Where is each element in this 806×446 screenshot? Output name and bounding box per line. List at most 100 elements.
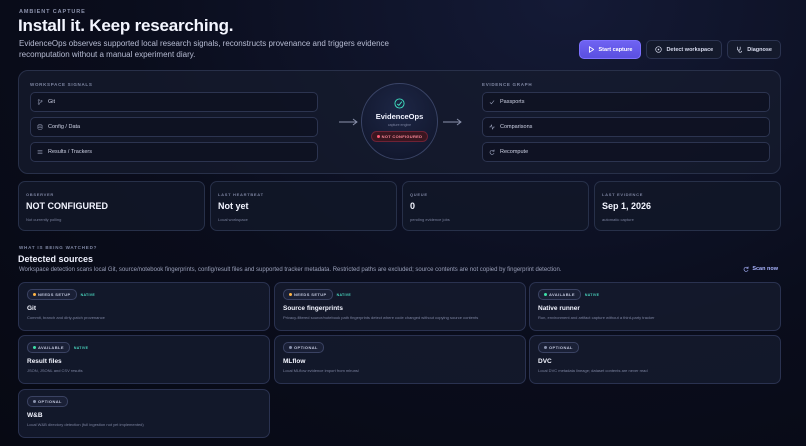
status-dot-icon: [33, 346, 36, 349]
stat-evidence-sub: automatic capture: [602, 217, 634, 222]
source-card-header: OPTIONAL: [27, 396, 261, 407]
output-recompute[interactable]: Recompute: [482, 142, 770, 162]
source-card[interactable]: OPTIONAL DVC Local DVC metadata lineage; d…: [529, 335, 781, 384]
play-icon: [588, 46, 594, 53]
signal-config-data[interactable]: Config / Data: [30, 117, 318, 137]
scan-now-button[interactable]: Scan now: [743, 266, 778, 272]
source-card-header: AVAILABLE NATIVE: [538, 289, 772, 300]
sources-eyebrow: WHAT IS BEING WATCHED?: [19, 245, 98, 250]
source-card[interactable]: AVAILABLE NATIVE Native runner Run, environ…: [529, 282, 781, 331]
header-actions: Start capture Detect workspace Diagnose: [578, 40, 781, 59]
source-card[interactable]: OPTIONAL MLflow Local MLflow evidence impo…: [274, 335, 526, 384]
git-branch-icon: [37, 99, 43, 105]
stat-queue-sub: pending evidence jobs: [410, 217, 450, 222]
signal-results-trackers[interactable]: Results / Trackers: [30, 142, 318, 162]
source-card-header: OPTIONAL: [283, 342, 517, 353]
stat-last-heartbeat: LAST HEARTBEAT Not yet Local workspace: [210, 181, 397, 231]
source-card-description: Local DVC metadata lineage; dataset cont…: [538, 368, 648, 373]
source-card-title: MLflow: [283, 358, 306, 365]
stat-queue-label: QUEUE: [410, 192, 428, 197]
detect-workspace-button[interactable]: Detect workspace: [646, 40, 723, 59]
status-badge-label: OPTIONAL: [294, 345, 318, 350]
sources-title: Detected sources: [18, 254, 94, 264]
arrow-right-icon: [339, 118, 358, 126]
output-comparisons[interactable]: Comparisons: [482, 117, 770, 137]
check-icon: [489, 100, 495, 105]
source-card-description: Privacy-filtered source/notebook path fi…: [283, 315, 479, 320]
status-badge-label: NEEDS SETUP: [38, 292, 71, 297]
start-capture-button[interactable]: Start capture: [578, 40, 642, 59]
status-badge: OPTIONAL: [283, 342, 324, 353]
refresh-icon: [744, 266, 749, 272]
output-recompute-label: Recompute: [500, 149, 529, 155]
source-card[interactable]: AVAILABLE NATIVE Result files JSON, JSONL a…: [18, 335, 270, 384]
radar-icon: [655, 46, 663, 53]
list-icon: [37, 150, 43, 154]
hub-status-badge: NOT CONFIGURED: [370, 131, 429, 142]
status-badge: AVAILABLE: [27, 342, 70, 353]
stat-evidence-label: LAST EVIDENCE: [602, 192, 644, 197]
stat-queue-value: 0: [410, 201, 416, 211]
status-dot-icon: [544, 293, 547, 296]
signal-results-label: Results / Trackers: [48, 149, 93, 155]
source-card-description: JSON, JSONL and CSV results: [27, 368, 83, 373]
source-card-title: Source fingerprints: [283, 305, 343, 312]
output-passports[interactable]: Passports: [482, 92, 770, 112]
status-badge: NEEDS SETUP: [27, 289, 77, 300]
source-card-description: Local W&B directory detection (full inge…: [27, 422, 144, 427]
sources-description: Workspace detection scans local Git, sou…: [19, 267, 562, 273]
diagnose-button[interactable]: Diagnose: [727, 40, 781, 59]
source-card-description: Local MLflow evidence import from mlruns…: [283, 368, 360, 373]
hub-subtitle: capture engine: [387, 123, 412, 127]
status-badge: NEEDS SETUP: [283, 289, 333, 300]
status-badge: AVAILABLE: [538, 289, 581, 300]
scan-now-label: Scan now: [752, 266, 778, 272]
eyebrow: AMBIENT CAPTURE: [19, 9, 86, 15]
arrow-right-icon: [443, 118, 462, 126]
status-dot-icon: [33, 400, 36, 403]
activity-icon: [489, 124, 495, 130]
native-tag: NATIVE: [584, 292, 600, 297]
status-dot-icon: [376, 135, 380, 138]
signal-config-label: Config / Data: [48, 124, 81, 130]
source-card-header: AVAILABLE NATIVE: [27, 342, 261, 353]
stat-last-evidence: LAST EVIDENCE Sep 1, 2026 automatic capt…: [594, 181, 781, 231]
signal-git[interactable]: Git: [30, 92, 318, 112]
native-tag: NATIVE: [73, 345, 89, 350]
stat-observer-sub: Not currently polling: [26, 217, 62, 222]
status-badge-label: AVAILABLE: [549, 292, 575, 297]
graph-label: EVIDENCE GRAPH: [482, 82, 533, 87]
source-card-header: NEEDS SETUP NATIVE: [27, 289, 261, 300]
source-card[interactable]: NEEDS SETUP NATIVE Git Commit, branch and d…: [18, 282, 270, 331]
stat-evidence-value: Sep 1, 2026: [602, 201, 652, 211]
status-badge: OPTIONAL: [27, 396, 68, 407]
source-card[interactable]: NEEDS SETUP NATIVE Source fingerprints Priv…: [274, 282, 526, 331]
source-card[interactable]: OPTIONAL W&B Local W&B directory detection…: [18, 389, 270, 438]
database-icon: [37, 124, 43, 130]
status-dot-icon: [544, 346, 547, 349]
start-capture-label: Start capture: [598, 46, 633, 53]
capture-engine-hub: EvidenceOps capture engine NOT CONFIGURE…: [361, 83, 438, 160]
signal-git-label: Git: [48, 99, 56, 105]
native-tag: NATIVE: [80, 292, 96, 297]
source-card-description: Commit, branch and dirty-patch provenanc…: [27, 315, 105, 320]
page-description: EvidenceOps observes supported local res…: [19, 39, 389, 59]
status-dot-icon: [33, 293, 36, 296]
source-card-description: Run, environment and artifact capture wi…: [538, 315, 655, 320]
stat-queue: QUEUE 0 pending evidence jobs: [402, 181, 589, 231]
stethoscope-icon: [737, 46, 743, 53]
capture-pipeline: WORKSPACE SIGNALS Git Config / Data Resu…: [18, 70, 781, 174]
status-badge-label: AVAILABLE: [38, 345, 64, 350]
status-dot-icon: [289, 346, 292, 349]
evidenceops-logo-icon: [394, 98, 405, 109]
stat-observer: OBSERVER NOT CONFIGURED Not currently po…: [18, 181, 205, 231]
source-card-title: Result files: [27, 358, 62, 365]
source-card-title: Native runner: [538, 305, 580, 312]
hub-status-label: NOT CONFIGURED: [381, 134, 423, 139]
source-card-title: DVC: [538, 358, 552, 365]
source-card-header: OPTIONAL: [538, 342, 772, 353]
stat-heartbeat-sub: Local workspace: [218, 217, 248, 222]
stat-observer-value: NOT CONFIGURED: [26, 201, 108, 211]
source-card-header: NEEDS SETUP NATIVE: [283, 289, 517, 300]
stat-heartbeat-value: Not yet: [218, 201, 249, 211]
